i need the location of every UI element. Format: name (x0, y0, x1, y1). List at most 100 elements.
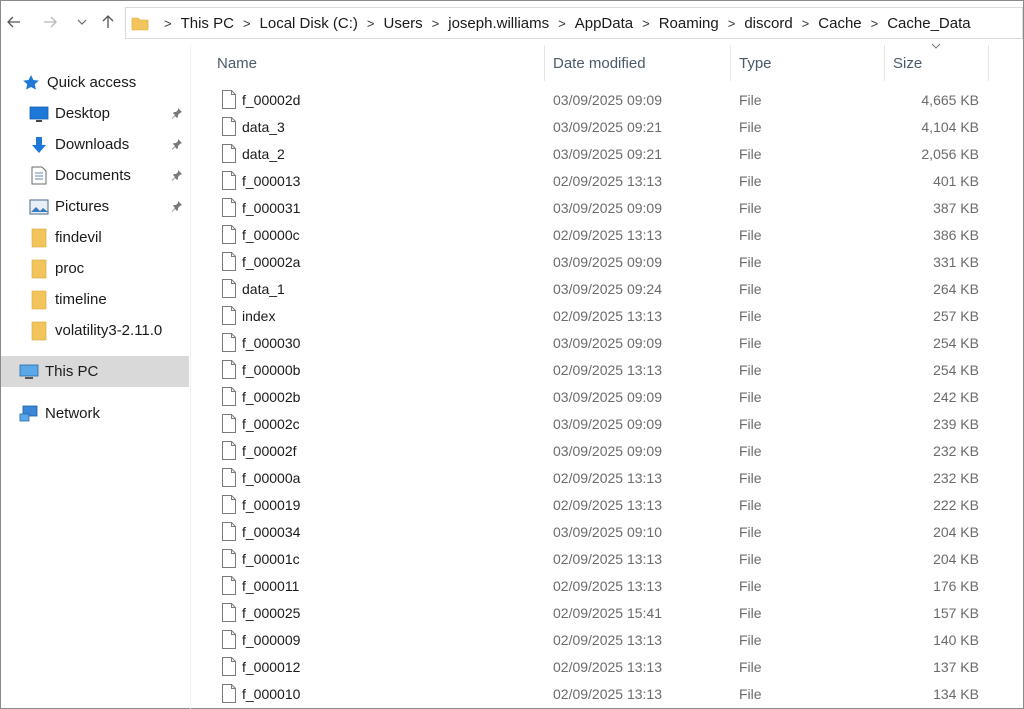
file-type: File (739, 308, 762, 324)
file-name: f_000030 (242, 335, 301, 351)
pin-icon[interactable] (171, 107, 185, 121)
sidebar-item-findevil[interactable]: findevil (1, 222, 189, 253)
file-row[interactable]: f_000019 02/09/2025 13:13 File 222 KB (192, 493, 1023, 520)
file-name: f_00000c (242, 227, 300, 243)
file-name: f_000034 (242, 524, 301, 540)
file-row[interactable]: f_00002b 03/09/2025 09:09 File 242 KB (192, 385, 1023, 412)
file-row[interactable]: f_000031 03/09/2025 09:09 File 387 KB (192, 196, 1023, 223)
file-row[interactable]: f_00001c 02/09/2025 13:13 File 204 KB (192, 547, 1023, 574)
file-name: f_000019 (242, 497, 301, 513)
pictures-icon (29, 197, 49, 217)
breadcrumb-this-pc[interactable]: This PC (181, 15, 234, 32)
file-type: File (739, 92, 762, 108)
file-row[interactable]: f_00002a 03/09/2025 09:09 File 331 KB (192, 250, 1023, 277)
file-row[interactable]: f_00000a 02/09/2025 13:13 File 232 KB (192, 466, 1023, 493)
file-type: File (739, 632, 762, 648)
file-row[interactable]: data_3 03/09/2025 09:21 File 4,104 KB (192, 115, 1023, 142)
file-name: f_00002b (242, 389, 301, 405)
breadcrumb-local-disk[interactable]: Local Disk (C:) (260, 15, 358, 32)
file-row[interactable]: f_000011 02/09/2025 13:13 File 176 KB (192, 574, 1023, 601)
file-icon (222, 657, 236, 676)
file-type: File (739, 254, 762, 270)
file-size: 386 KB (933, 227, 979, 243)
sidebar-item-pictures[interactable]: Pictures (1, 191, 189, 222)
file-type: File (739, 497, 762, 513)
file-row[interactable]: f_00000b 02/09/2025 13:13 File 254 KB (192, 358, 1023, 385)
download-icon (29, 135, 49, 155)
sidebar-item-network[interactable]: Network (1, 398, 189, 429)
file-size: 222 KB (933, 497, 979, 513)
file-date-modified: 03/09/2025 09:24 (553, 281, 662, 297)
pin-icon[interactable] (171, 138, 185, 152)
file-row[interactable]: f_000012 02/09/2025 13:13 File 137 KB (192, 655, 1023, 682)
file-type: File (739, 335, 762, 351)
file-row[interactable]: data_1 03/09/2025 09:24 File 264 KB (192, 277, 1023, 304)
file-type: File (739, 146, 762, 162)
file-size: 2,056 KB (921, 146, 979, 162)
chevron-down-icon[interactable] (71, 11, 93, 33)
breadcrumb-roaming[interactable]: Roaming (659, 15, 719, 32)
file-row[interactable]: f_000034 03/09/2025 09:10 File 204 KB (192, 520, 1023, 547)
sidebar-item-timeline[interactable]: timeline (1, 284, 189, 315)
file-row[interactable]: f_00002f 03/09/2025 09:09 File 232 KB (192, 439, 1023, 466)
sidebar-item-label: Documents (55, 167, 131, 184)
file-size: 134 KB (933, 686, 979, 702)
network-icon (19, 404, 39, 424)
breadcrumb-cache-data[interactable]: Cache_Data (887, 15, 970, 32)
folder-icon (29, 321, 49, 341)
column-header-date[interactable]: Date modified (545, 45, 731, 81)
sidebar-item-this-pc[interactable]: This PC (1, 356, 189, 387)
file-date-modified: 03/09/2025 09:09 (553, 389, 662, 405)
file-type: File (739, 416, 762, 432)
arrow-left-icon[interactable] (3, 11, 25, 33)
file-row[interactable]: f_00002c 03/09/2025 09:09 File 239 KB (192, 412, 1023, 439)
breadcrumb-discord[interactable]: discord (744, 15, 792, 32)
file-size: 254 KB (933, 335, 979, 351)
sidebar-item-documents[interactable]: Documents (1, 160, 189, 191)
file-icon (222, 306, 236, 325)
sidebar-item-desktop[interactable]: Desktop (1, 98, 189, 129)
file-name: f_00002a (242, 254, 301, 270)
file-date-modified: 02/09/2025 13:13 (553, 227, 662, 243)
file-row[interactable]: f_000009 02/09/2025 13:13 File 140 KB (192, 628, 1023, 655)
sidebar-item-downloads[interactable]: Downloads (1, 129, 189, 160)
file-name: f_000025 (242, 605, 301, 621)
breadcrumb-user[interactable]: joseph.williams (448, 15, 549, 32)
file-icon (222, 468, 236, 487)
column-header-name[interactable]: Name (192, 45, 545, 81)
address-bar[interactable]: > This PC > Local Disk (C:) > Users > jo… (125, 7, 1023, 39)
file-size: 254 KB (933, 362, 979, 378)
file-row[interactable]: f_000030 03/09/2025 09:09 File 254 KB (192, 331, 1023, 358)
file-type: File (739, 173, 762, 189)
file-row[interactable]: f_00002d 03/09/2025 09:09 File 4,665 KB (192, 88, 1023, 115)
sidebar-item-volatility[interactable]: volatility3-2.11.0 (1, 315, 189, 346)
sidebar-item-proc[interactable]: proc (1, 253, 189, 284)
file-icon (222, 603, 236, 622)
breadcrumb-users[interactable]: Users (383, 15, 422, 32)
file-name: f_00000a (242, 470, 301, 486)
pin-icon[interactable] (171, 200, 185, 214)
file-row[interactable]: f_000010 02/09/2025 13:13 File 134 KB (192, 682, 1023, 709)
arrow-up-icon[interactable] (97, 11, 119, 33)
desktop-icon (29, 104, 49, 124)
file-row[interactable]: f_00000c 02/09/2025 13:13 File 386 KB (192, 223, 1023, 250)
file-date-modified: 03/09/2025 09:21 (553, 119, 662, 135)
file-row[interactable]: index 02/09/2025 13:13 File 257 KB (192, 304, 1023, 331)
file-date-modified: 02/09/2025 13:13 (553, 659, 662, 675)
file-row[interactable]: f_000013 02/09/2025 13:13 File 401 KB (192, 169, 1023, 196)
file-row[interactable]: f_000025 02/09/2025 15:41 File 157 KB (192, 601, 1023, 628)
pin-icon[interactable] (171, 169, 185, 183)
file-icon (222, 144, 236, 163)
sidebar-item-quick-access[interactable]: Quick access (1, 67, 189, 98)
file-type: File (739, 119, 762, 135)
file-type: File (739, 686, 762, 702)
file-row[interactable]: data_2 03/09/2025 09:21 File 2,056 KB (192, 142, 1023, 169)
file-name: data_2 (242, 146, 285, 162)
breadcrumb-appdata[interactable]: AppData (575, 15, 633, 32)
file-date-modified: 02/09/2025 13:13 (553, 632, 662, 648)
file-name: f_000010 (242, 686, 301, 702)
file-icon (222, 117, 236, 136)
breadcrumb-cache[interactable]: Cache (818, 15, 861, 32)
arrow-right-icon[interactable] (39, 11, 61, 33)
column-header-type[interactable]: Type (731, 45, 885, 81)
